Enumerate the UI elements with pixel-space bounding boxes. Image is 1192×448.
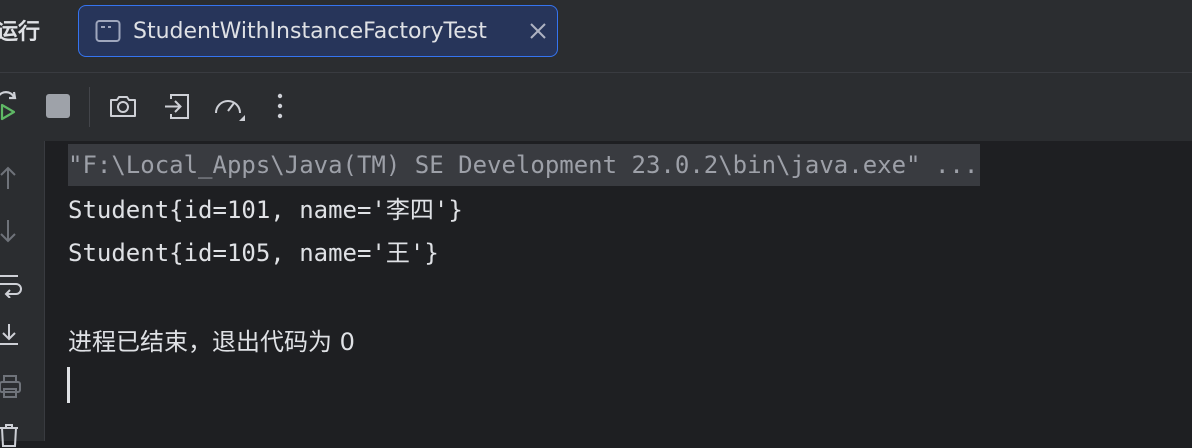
gauge-icon[interactable] xyxy=(212,91,246,121)
rerun-icon[interactable] xyxy=(0,91,24,121)
tab-student-with-instance-factory-test[interactable]: StudentWithInstanceFactoryTest xyxy=(78,5,558,57)
exit-icon[interactable] xyxy=(162,91,192,121)
text-caret xyxy=(67,367,70,403)
close-icon[interactable] xyxy=(527,20,549,42)
command-line: "F:\Local_Apps\Java(TM) SE Development 2… xyxy=(68,144,981,186)
console-icon xyxy=(95,20,121,42)
toolbar-separator xyxy=(89,87,90,127)
more-icon[interactable] xyxy=(265,91,295,121)
run-toolbar xyxy=(0,73,1192,141)
print-icon[interactable] xyxy=(0,373,22,399)
console-output[interactable]: "F:\Local_Apps\Java(TM) SE Development 2… xyxy=(45,141,1192,441)
soft-wrap-icon[interactable] xyxy=(0,272,22,298)
tab-title: StudentWithInstanceFactoryTest xyxy=(133,19,487,44)
arrow-down-icon[interactable] xyxy=(0,218,22,244)
console-side-toolbar xyxy=(0,141,45,447)
trash-icon[interactable] xyxy=(0,422,22,448)
arrow-up-icon[interactable] xyxy=(0,165,22,191)
scroll-to-end-icon[interactable] xyxy=(0,322,22,348)
output-line: Student{id=105, name='王'} xyxy=(68,239,439,267)
process-exit-message: 进程已结束，退出代码为 0 xyxy=(68,328,355,356)
stop-icon[interactable] xyxy=(43,91,73,121)
camera-icon[interactable] xyxy=(108,91,138,121)
tool-window-header: 运行 StudentWithInstanceFactoryTest xyxy=(0,0,1192,73)
run-tool-window-title: 运行 xyxy=(0,20,41,45)
output-line: Student{id=101, name='李四'} xyxy=(68,196,463,224)
